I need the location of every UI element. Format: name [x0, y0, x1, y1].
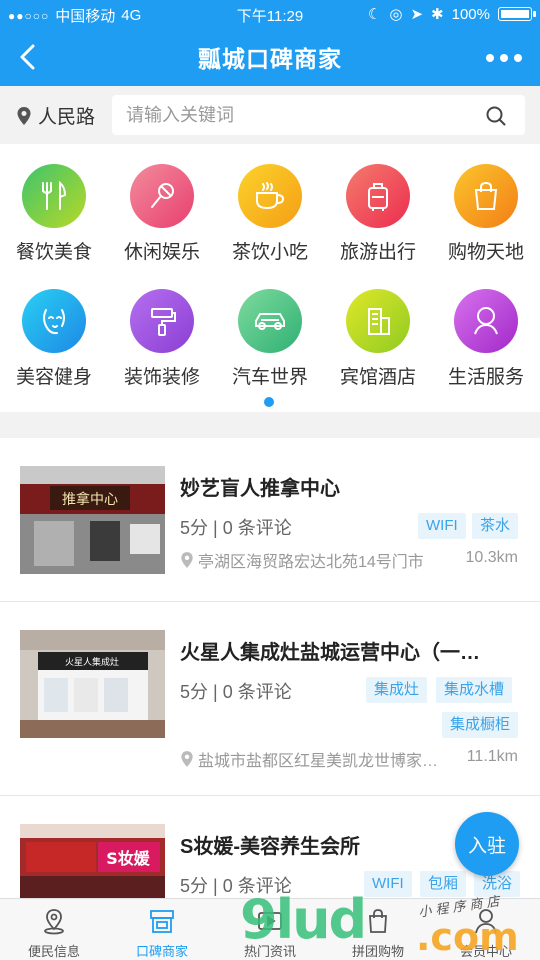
- luggage-icon: [346, 164, 410, 228]
- search-icon[interactable]: [485, 105, 507, 127]
- search-input[interactable]: [126, 95, 466, 135]
- merchant-tag: 集成水槽: [436, 677, 513, 703]
- merchant-tag: WIFI: [364, 871, 412, 897]
- coffee-cup-icon: [238, 164, 302, 228]
- category-tea-snacks[interactable]: 茶饮小吃: [216, 144, 324, 264]
- more-options-icon[interactable]: [486, 48, 526, 68]
- merchant-name: 火星人集成灶盐城运营中心（一…: [180, 642, 480, 664]
- location-pin-icon: [17, 106, 31, 125]
- app-header: ●●○○○ 中国移动 4G 下午11:29 ☾ ◎ ➤ ✱ 100% 瓢城口碑商…: [0, 0, 540, 86]
- person-icon: [454, 289, 518, 353]
- location-label: 人民路: [38, 107, 96, 128]
- search-row: 人民路: [0, 86, 540, 144]
- location-pin-icon: [181, 751, 193, 767]
- category-auto[interactable]: 汽车世界: [216, 269, 324, 389]
- merchant-distance: 11.1km: [466, 748, 518, 765]
- search-box[interactable]: [112, 95, 525, 135]
- category-label: 购物天地: [447, 242, 524, 263]
- merchant-photo: 火星人集成灶: [20, 630, 165, 738]
- tab-label: 便民信息: [27, 944, 80, 959]
- category-hotel[interactable]: 宾馆酒店: [324, 269, 432, 389]
- tab-convenience-info[interactable]: 便民信息: [0, 899, 108, 960]
- category-travel[interactable]: 旅游出行: [324, 144, 432, 264]
- shop-sign-text: 火星人集成灶: [65, 656, 119, 668]
- shop-sign-text: S妆媛: [106, 849, 151, 868]
- location-pin-icon: [44, 909, 64, 935]
- category-label: 茶饮小吃: [231, 242, 308, 263]
- microphone-icon: [130, 164, 194, 228]
- merchant-rating: 5分 | 0 条评论: [180, 682, 292, 702]
- shop-sign-text: 推拿中心: [62, 491, 118, 508]
- moon-icon: ☾: [367, 6, 382, 23]
- address-text: 亭湖区海贸路宏达北苑14号门市: [198, 554, 424, 571]
- category-label: 休闲娱乐: [123, 242, 200, 263]
- face-icon: [22, 289, 86, 353]
- bluetooth-icon: ✱: [431, 6, 444, 23]
- category-label: 生活服务: [447, 367, 524, 388]
- watermark-domain: .com: [416, 915, 519, 959]
- category-decoration[interactable]: 装饰装修: [108, 269, 216, 389]
- category-label: 美容健身: [15, 367, 92, 388]
- location-arrow-icon: ➤: [410, 6, 424, 23]
- merchant-address: 盐城市盐都区红星美凯龙世博家…: [180, 747, 460, 771]
- shopping-tag-icon: [369, 909, 387, 933]
- category-life-services[interactable]: 生活服务: [432, 269, 540, 389]
- watermark-logo: 9lud: [240, 888, 367, 951]
- battery-icon: [498, 7, 536, 21]
- category-label: 汽车世界: [231, 367, 308, 388]
- paint-roller-icon: [130, 289, 194, 353]
- merchant-tag: 包厢: [420, 871, 467, 897]
- car-icon: [238, 289, 302, 353]
- category-beauty-fitness[interactable]: 美容健身: [0, 269, 108, 389]
- category-grid: 餐饮美食 休闲娱乐 茶饮小吃 旅游出行 购物天地 美容健身 装饰装修 汽车世界 …: [0, 144, 540, 412]
- building-icon: [346, 289, 410, 353]
- merchant-item[interactable]: 火星人集成灶 火星人集成灶盐城运营中心（一… 5分 | 0 条评论 集成灶 集成…: [0, 602, 540, 796]
- category-label: 餐饮美食: [15, 242, 92, 263]
- category-label: 装饰装修: [123, 367, 200, 388]
- storefront-icon: [150, 910, 174, 933]
- page-indicator-dot: [264, 397, 274, 407]
- location-pin-icon: [181, 552, 193, 568]
- merchant-distance: 10.3km: [465, 549, 518, 566]
- merchant-item[interactable]: 推拿中心 妙艺盲人推拿中心 5分 | 0 条评论 WIFI 茶水 亭湖区海贸路宏…: [0, 438, 540, 602]
- merchant-tag: WIFI: [418, 513, 466, 539]
- tab-label: 口碑商家: [135, 944, 188, 959]
- category-label: 旅游出行: [339, 242, 416, 263]
- category-dining[interactable]: 餐饮美食: [0, 144, 108, 264]
- merchant-photo: 推拿中心: [20, 466, 165, 574]
- merchant-name: 妙艺盲人推拿中心: [180, 478, 340, 500]
- merchant-photo: S妆媛: [20, 824, 165, 898]
- fork-knife-icon: [22, 164, 86, 228]
- status-bar: ●●○○○ 中国移动 4G 下午11:29 ☾ ◎ ➤ ✱ 100%: [0, 0, 540, 28]
- category-leisure[interactable]: 休闲娱乐: [108, 144, 216, 264]
- nav-bar: 瓢城口碑商家: [0, 28, 540, 86]
- category-shopping[interactable]: 购物天地: [432, 144, 540, 264]
- address-text: 盐城市盐都区红星美凯龙世博家…: [198, 753, 439, 770]
- merchant-rating: 5分 | 0 条评论: [180, 518, 292, 538]
- page-title: 瓢城口碑商家: [198, 46, 342, 72]
- lock-rotation-icon: ◎: [389, 6, 403, 23]
- category-label: 宾馆酒店: [339, 367, 416, 388]
- battery-percent: 100%: [451, 5, 490, 23]
- merchant-tag: 集成灶: [366, 677, 428, 703]
- merchant-address: 亭湖区海贸路宏达北苑14号门市: [180, 548, 460, 572]
- join-button[interactable]: 入驻: [455, 812, 519, 876]
- shopping-bag-icon: [454, 164, 518, 228]
- location-selector[interactable]: 人民路: [16, 102, 95, 129]
- merchant-tag: 集成橱柜: [442, 712, 519, 738]
- merchant-tag: 茶水: [472, 513, 519, 539]
- tab-reputation-merchants[interactable]: 口碑商家: [108, 899, 216, 960]
